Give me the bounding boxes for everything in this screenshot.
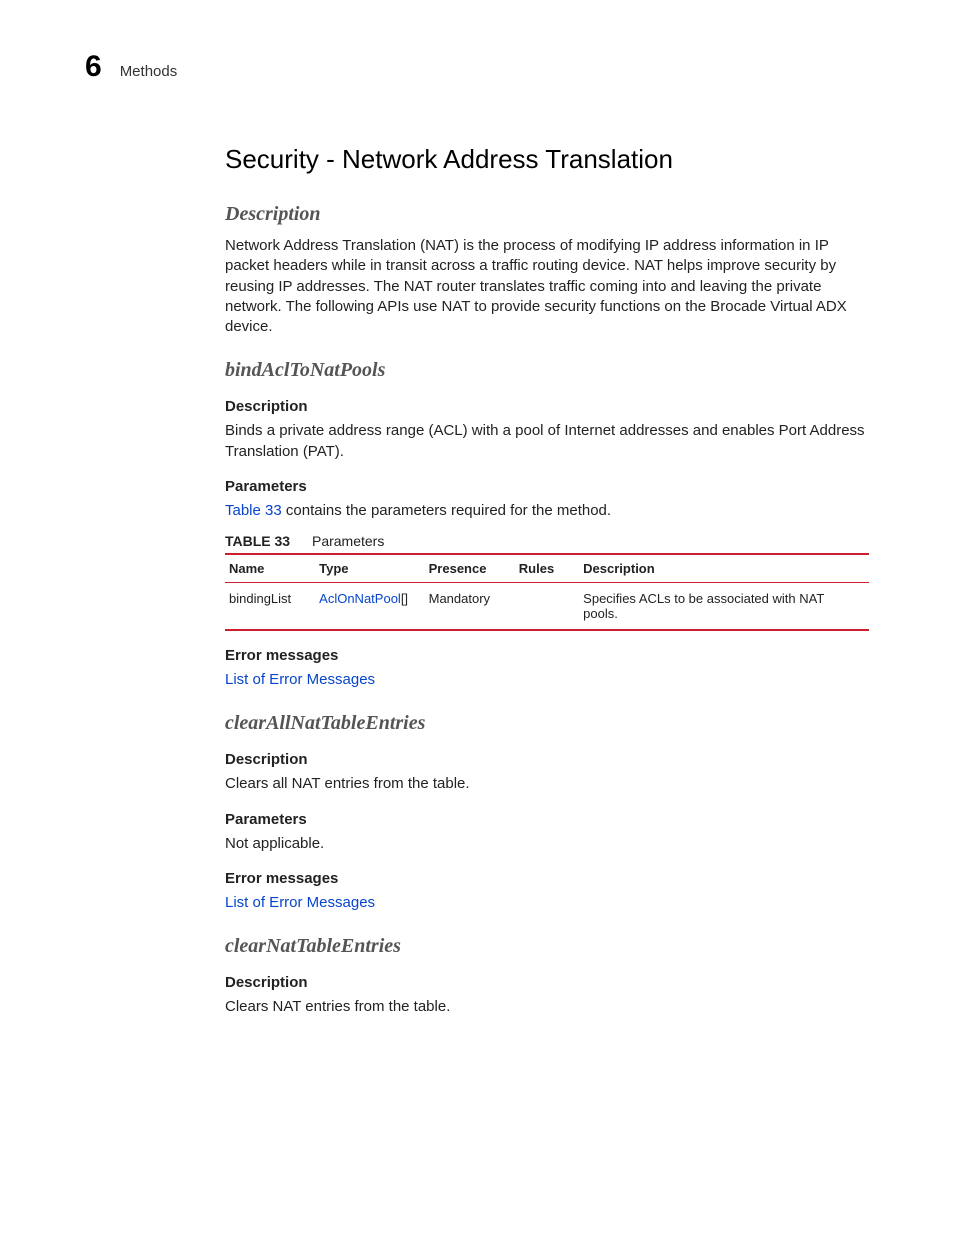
table-block: TABLE 33 Parameters Name Type Presence R…: [225, 533, 869, 631]
type-suffix: []: [401, 591, 408, 606]
cell-name: bindingList: [225, 583, 315, 631]
chapter-label: Methods: [120, 63, 178, 80]
chapter-number: 6: [85, 50, 102, 84]
desc-label: Description: [225, 974, 869, 991]
desc-text: Clears all NAT entries from the table.: [225, 774, 869, 794]
section-title: Security - Network Address Translation: [225, 144, 869, 175]
table-title-row: TABLE 33 Parameters: [225, 533, 869, 549]
method-heading-clearallnattableentries: clearAllNatTableEntries: [225, 712, 869, 735]
desc-label: Description: [225, 398, 869, 415]
description-heading: Description: [225, 203, 869, 226]
cell-description: Specifies ACLs to be associated with NAT…: [579, 583, 869, 631]
params-text: Not applicable.: [225, 834, 869, 854]
params-intro-rest: contains the parameters required for the…: [282, 502, 611, 519]
desc-label: Description: [225, 751, 869, 768]
params-label: Parameters: [225, 811, 869, 828]
th-presence: Presence: [425, 554, 515, 583]
page-header: 6 Methods: [85, 50, 869, 84]
th-description: Description: [579, 554, 869, 583]
method-heading-clearnattableentries: clearNatTableEntries: [225, 935, 869, 958]
error-messages-link[interactable]: List of Error Messages: [225, 671, 375, 688]
page-container: 6 Methods Security - Network Address Tra…: [0, 0, 954, 1089]
method-heading-bindacltonatpools: bindAclToNatPools: [225, 359, 869, 382]
table-label: TABLE 33: [225, 533, 290, 549]
error-link-wrap: List of Error Messages: [225, 893, 869, 913]
params-intro: Table 33 contains the parameters require…: [225, 501, 869, 521]
content-area: Security - Network Address Translation D…: [225, 144, 869, 1017]
th-name: Name: [225, 554, 315, 583]
error-label: Error messages: [225, 870, 869, 887]
cell-rules: [515, 583, 579, 631]
params-table: Name Type Presence Rules Description bin…: [225, 553, 869, 631]
table-header-row: Name Type Presence Rules Description: [225, 554, 869, 583]
table-caption: Parameters: [312, 533, 384, 549]
th-type: Type: [315, 554, 424, 583]
table-ref-link[interactable]: Table 33: [225, 502, 282, 519]
params-label: Parameters: [225, 478, 869, 495]
description-body: Network Address Translation (NAT) is the…: [225, 236, 869, 337]
th-rules: Rules: [515, 554, 579, 583]
cell-presence: Mandatory: [425, 583, 515, 631]
desc-text: Binds a private address range (ACL) with…: [225, 421, 869, 462]
error-label: Error messages: [225, 647, 869, 664]
type-link[interactable]: AclOnNatPool: [319, 591, 401, 606]
table-row: bindingList AclOnNatPool[] Mandatory Spe…: [225, 583, 869, 631]
desc-text: Clears NAT entries from the table.: [225, 997, 869, 1017]
error-link-wrap: List of Error Messages: [225, 670, 869, 690]
error-messages-link[interactable]: List of Error Messages: [225, 894, 375, 911]
cell-type: AclOnNatPool[]: [315, 583, 424, 631]
